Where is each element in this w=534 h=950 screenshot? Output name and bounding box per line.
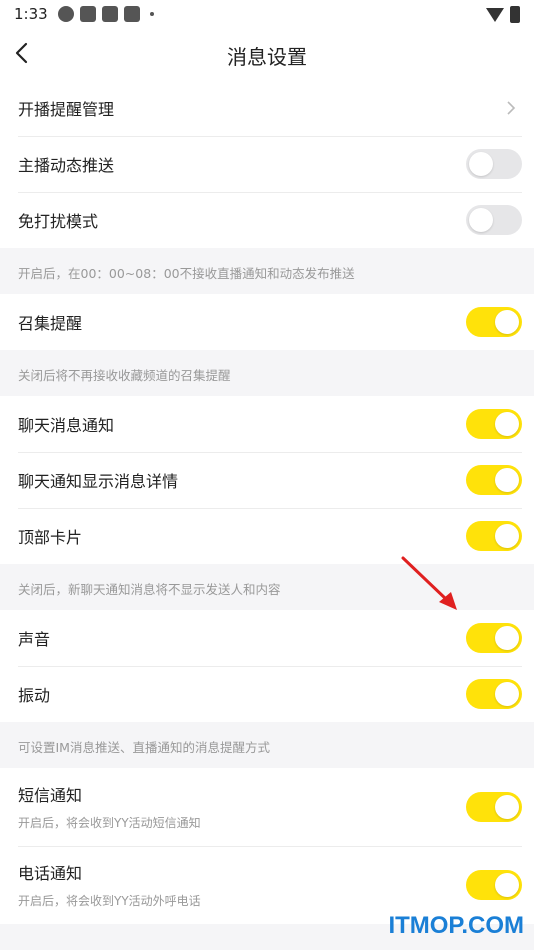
app-notification-icon — [80, 6, 96, 22]
notification-icons — [58, 6, 154, 22]
summon-reminder-toggle[interactable] — [466, 307, 522, 337]
note-text: 开启后，在00：00~08：00不接收直播通知和动态发布推送 — [18, 266, 355, 281]
note-text: 可设置IM消息推送、直播通知的消息提醒方式 — [18, 740, 270, 755]
note-text: 关闭后，新聊天通知消息将不显示发送人和内容 — [18, 582, 281, 597]
section-summon: 召集提醒 — [0, 294, 534, 350]
row-label: 短信通知 — [18, 786, 83, 805]
vibration-toggle[interactable] — [466, 679, 522, 709]
do-not-disturb-toggle[interactable] — [466, 205, 522, 235]
chat-notification-row: 聊天消息通知 — [0, 396, 534, 452]
page-title: 消息设置 — [227, 45, 307, 69]
section-note: 关闭后将不再接收收藏频道的召集提醒 — [0, 350, 534, 396]
more-notifications-icon — [150, 12, 154, 16]
app-notification-icon — [58, 6, 74, 22]
row-label: 开播提醒管理 — [18, 100, 115, 119]
row-label: 聊天消息通知 — [18, 416, 115, 435]
row-label: 聊天通知显示消息详情 — [18, 472, 179, 491]
section-live-reminders: 开播提醒管理 主播动态推送 免打扰模式 — [0, 80, 534, 248]
do-not-disturb-row: 免打扰模式 — [0, 192, 534, 248]
phone-notification-toggle[interactable] — [466, 870, 522, 900]
status-bar: 1:33 — [0, 0, 534, 28]
row-label: 主播动态推送 — [18, 156, 115, 175]
note-text: 关闭后将不再接收收藏频道的召集提醒 — [18, 368, 231, 383]
top-card-toggle[interactable] — [466, 521, 522, 551]
row-label: 振动 — [18, 686, 51, 705]
section-sound-vibration: 声音 振动 — [0, 610, 534, 722]
sound-row: 声音 — [0, 610, 534, 666]
wifi-icon — [486, 7, 504, 22]
row-label: 顶部卡片 — [18, 528, 83, 547]
summon-reminder-row: 召集提醒 — [0, 294, 534, 350]
vibration-row: 振动 — [0, 666, 534, 722]
sms-notification-row: 短信通知 开启后，将会收到YY活动短信通知 — [0, 768, 534, 846]
section-activity-notifications: 短信通知 开启后，将会收到YY活动短信通知 电话通知 开启后，将会收到YY活动外… — [0, 768, 534, 924]
row-label: 声音 — [18, 630, 51, 649]
host-activity-push-toggle[interactable] — [466, 149, 522, 179]
app-notification-icon — [124, 6, 140, 22]
sms-notification-toggle[interactable] — [466, 792, 522, 822]
system-icons — [486, 6, 520, 23]
watermark: ITMOP.COM — [388, 912, 524, 939]
sound-toggle[interactable] — [466, 623, 522, 653]
row-label: 召集提醒 — [18, 314, 83, 333]
section-note: 可设置IM消息推送、直播通知的消息提醒方式 — [0, 722, 534, 768]
row-label: 电话通知 — [18, 864, 83, 883]
host-activity-push-row: 主播动态推送 — [0, 136, 534, 192]
row-sublabel: 开启后，将会收到YY活动外呼电话 — [18, 894, 201, 908]
section-chat: 聊天消息通知 聊天通知显示消息详情 顶部卡片 — [0, 396, 534, 564]
chat-notification-toggle[interactable] — [466, 409, 522, 439]
section-note: 开启后，在00：00~08：00不接收直播通知和动态发布推送 — [0, 248, 534, 294]
battery-icon — [510, 6, 520, 23]
status-time: 1:33 — [14, 5, 48, 23]
app-notification-icon — [102, 6, 118, 22]
chat-details-toggle[interactable] — [466, 465, 522, 495]
annotation-arrow-icon — [401, 556, 457, 610]
chat-details-row: 聊天通知显示消息详情 — [0, 452, 534, 508]
chevron-right-icon — [507, 101, 516, 115]
row-sublabel: 开启后，将会收到YY活动短信通知 — [18, 816, 201, 830]
nav-bar: 消息设置 — [0, 28, 534, 80]
row-label: 免打扰模式 — [18, 212, 99, 231]
live-reminder-management-row[interactable]: 开播提醒管理 — [0, 80, 534, 136]
